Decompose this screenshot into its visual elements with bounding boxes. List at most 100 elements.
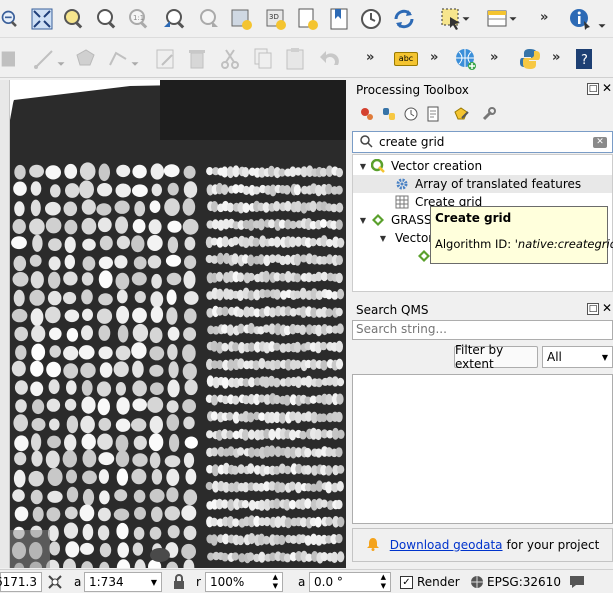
digitizing-toolbar: » abc » » » ? (0, 40, 613, 78)
zoom-full-icon[interactable] (28, 5, 56, 33)
paste-icon[interactable] (281, 45, 309, 73)
map-canvas[interactable] (10, 80, 346, 568)
tree-label: Array of translated features (415, 177, 582, 191)
scale-value: 1:734 (89, 575, 124, 589)
bell-icon (366, 537, 380, 554)
identify-icon[interactable] (566, 5, 594, 33)
new-map-view-icon[interactable] (228, 5, 256, 33)
zoom-native-icon[interactable]: 1:1 (125, 5, 153, 33)
expand-arrow-icon[interactable]: ▼ (377, 234, 389, 243)
rotation-spinbox[interactable]: 0.0 ° ▲ ▼ (309, 572, 391, 592)
lock-scale-icon[interactable] (172, 572, 186, 592)
models-icon[interactable] (358, 105, 376, 123)
float-panel-icon[interactable]: □ (587, 83, 599, 95)
qms-results-list[interactable] (352, 374, 613, 524)
toolbar-overflow[interactable]: » (540, 10, 548, 25)
render-checkbox[interactable]: ✓ (400, 575, 413, 589)
modify-attributes-icon[interactable] (152, 45, 180, 73)
float-panel-icon[interactable]: □ (587, 303, 599, 315)
python-console-icon[interactable] (516, 45, 544, 73)
save-edits-icon[interactable] (0, 45, 20, 73)
copy-icon[interactable] (249, 45, 277, 73)
chevron-down-icon[interactable] (506, 5, 520, 33)
qms-search-input[interactable] (353, 321, 608, 337)
left-dock-strip (0, 80, 10, 568)
zoom-last-icon[interactable] (160, 5, 188, 33)
filter-by-extent-button[interactable]: Filter by extent (454, 343, 538, 371)
tree-label: Vector creation (391, 159, 483, 173)
zoom-next-icon[interactable] (194, 5, 222, 33)
tree-group-vector-creation[interactable]: ▼ Vector creation (357, 157, 612, 175)
toolbar-overflow[interactable]: » (366, 50, 374, 65)
search-input[interactable] (379, 134, 579, 150)
qms-footer: Download geodata for your project (352, 528, 613, 562)
history-icon[interactable] (402, 105, 420, 123)
chevron-down-icon[interactable] (54, 50, 68, 78)
status-bar: 6171.3 a 1:734 ▼ r 100% ▲▼ a 0.0 ° ▲▼ ✓ … (0, 569, 613, 593)
new-3d-map-view-icon[interactable]: 3D (262, 5, 290, 33)
zoom-to-selection-icon[interactable] (60, 5, 88, 33)
tooltip-prefix: Algorithm ID: ' (435, 237, 518, 251)
magnifier-label: r (196, 575, 201, 589)
qgis-icon (369, 158, 387, 174)
show-bookmarks-icon[interactable] (325, 5, 353, 33)
crs-button[interactable]: EPSG:32610 (470, 572, 561, 592)
tooltip-algorithm-line: Algorithm ID: 'native:creategrid' (435, 237, 613, 251)
toolbar-overflow[interactable]: » (430, 50, 438, 65)
add-wms-globe-icon[interactable] (452, 45, 480, 73)
algorithm-tooltip: Create grid Algorithm ID: 'native:create… (430, 206, 613, 264)
qms-type-select[interactable]: All ▼ (542, 346, 613, 368)
expand-arrow-icon[interactable]: ▼ (357, 216, 369, 225)
rotation-value: 0.0 ° (314, 575, 343, 589)
tooltip-algorithm-id: native:creategrid (517, 237, 613, 251)
expand-arrow-icon[interactable]: ▼ (357, 162, 369, 171)
tree-item-array-translated[interactable]: Array of translated features (353, 175, 612, 193)
search-icon (359, 134, 373, 151)
processing-toolbar (358, 104, 498, 124)
chevron-down-icon: ▼ (601, 353, 608, 362)
results-viewer-icon[interactable] (424, 105, 442, 123)
crs-globe-icon (471, 576, 483, 588)
render-label: Render (417, 575, 460, 589)
toolbar-overflow[interactable]: » (490, 50, 498, 65)
scale-combo[interactable]: 1:734 ▼ (84, 572, 162, 592)
download-geodata-link[interactable]: Download geodata (390, 538, 503, 552)
delete-icon[interactable] (183, 45, 211, 73)
gear-icon (393, 176, 411, 192)
tooltip-title: Create grid (435, 211, 512, 225)
bookmark-icon[interactable] (294, 5, 322, 33)
toolbar-overflow[interactable]: » (552, 50, 560, 65)
render-toggle[interactable]: ✓ Render (400, 572, 460, 592)
messages-icon[interactable] (568, 572, 586, 592)
footer-text: for your project (506, 538, 600, 552)
refresh-icon[interactable] (390, 5, 418, 33)
add-polygon-icon[interactable] (72, 45, 100, 73)
edit-features-in-place-icon[interactable] (452, 105, 470, 123)
coordinate-field[interactable]: 6171.3 (0, 572, 42, 592)
magnifier-spinbox[interactable]: 100% ▲ ▼ (205, 572, 283, 592)
cut-icon[interactable] (216, 45, 244, 73)
qms-search-field[interactable] (352, 320, 613, 340)
close-icon[interactable]: ✕ (601, 82, 613, 95)
chevron-down-icon[interactable] (595, 12, 609, 40)
coordinate-toggle-icon[interactable] (46, 572, 64, 592)
help-icon[interactable]: ? (570, 45, 598, 73)
clear-search-icon[interactable]: ✕ (593, 137, 607, 148)
options-wrench-icon[interactable] (480, 105, 498, 123)
undo-icon[interactable] (316, 45, 344, 73)
svg-text:3D: 3D (269, 13, 279, 21)
chevron-down-icon[interactable] (128, 50, 142, 78)
zoom-to-layer-icon[interactable] (93, 5, 121, 33)
svg-text:1:1: 1:1 (133, 14, 144, 22)
temporal-controller-icon[interactable] (357, 5, 385, 33)
search-qms-panel: Search QMS □ ✕ Filter by extent All ▼ Do… (350, 300, 613, 568)
tree-label: GRASS (391, 213, 432, 227)
processing-search-field[interactable]: ✕ (352, 131, 613, 153)
label-tool-icon[interactable]: abc (392, 45, 420, 73)
panel-title: Processing Toolbox (356, 83, 469, 97)
chevron-down-icon[interactable] (459, 5, 473, 33)
close-icon[interactable]: ✕ (601, 302, 613, 315)
python-scripts-icon[interactable] (380, 105, 398, 123)
zoom-out-icon[interactable] (0, 5, 20, 33)
raster-imagery (10, 80, 346, 568)
